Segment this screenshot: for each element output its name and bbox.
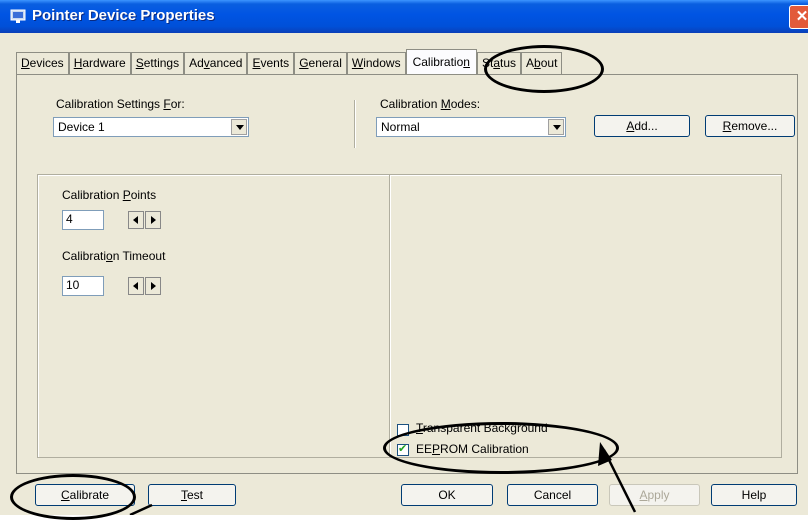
annotation-arrows [129,442,637,515]
properties-dialog: Pointer Device Properties ✕ Devices Hard… [0,0,808,520]
annotation-arrow-stub [129,503,153,515]
